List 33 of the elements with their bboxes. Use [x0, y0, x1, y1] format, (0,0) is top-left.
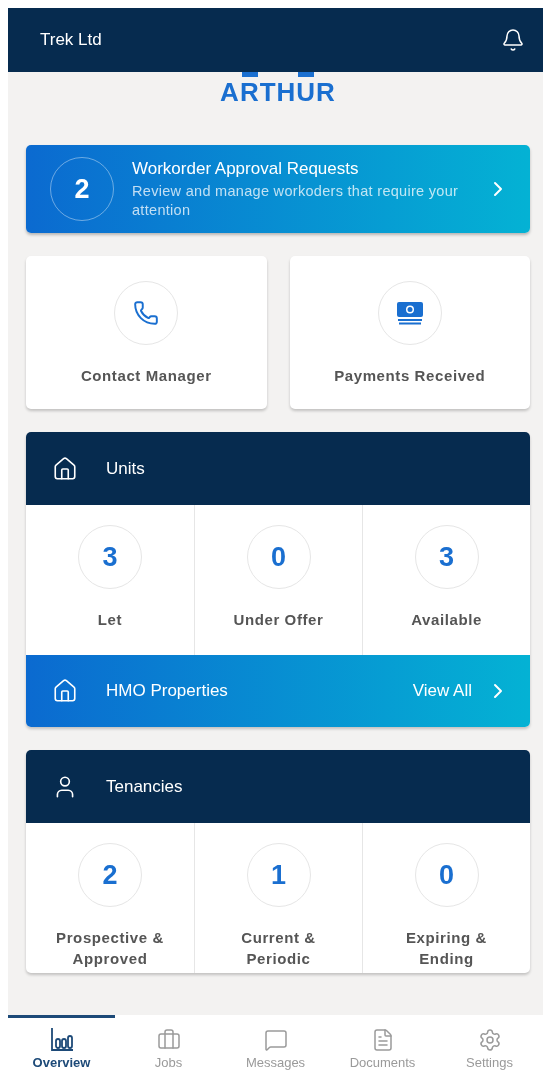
settings-icon — [477, 1028, 502, 1052]
action-card[interactable]: Contact Manager — [26, 256, 267, 409]
bell-icon[interactable] — [501, 28, 525, 52]
company-name: Trek Ltd — [40, 30, 102, 50]
bar-title: HMO Properties — [106, 681, 229, 701]
house-icon — [52, 678, 78, 704]
approval-banner[interactable]: 2 Workorder Approval Requests Review and manage workoders that require your attention — [26, 145, 530, 233]
logo-text: ARTHUR — [220, 77, 336, 108]
stat-label: Prospective & Approved — [56, 928, 164, 969]
speech-bubble-icon — [263, 1028, 288, 1052]
bar-chart-icon — [48, 1026, 75, 1052]
stat-cell[interactable]: 1 Current & Periodic — [194, 823, 362, 973]
stat-cell[interactable]: 2 Prospective & Approved — [26, 823, 194, 973]
card-label: Contact Manager — [80, 367, 212, 384]
panel-title: Units — [106, 458, 145, 479]
house-icon — [52, 455, 78, 482]
banner-description: Review and manage workoders that require your attention — [132, 181, 460, 220]
hmo-properties-bar[interactable]: HMO Properties View All — [26, 655, 530, 727]
nav-tab[interactable]: Overview — [8, 1015, 115, 1070]
panel-title: Tenancies — [106, 776, 183, 797]
stat-label: Available — [411, 610, 482, 630]
action-card[interactable]: Payments Received — [289, 256, 530, 409]
stat-label: Expiring & Ending — [406, 928, 487, 969]
stat-cell[interactable]: 3 Let — [26, 505, 194, 655]
banknote-icon — [394, 300, 425, 326]
banner-title: Workorder Approval Requests — [132, 158, 360, 179]
stat-label: Let — [97, 610, 123, 630]
stat-cell[interactable]: 0 Expiring & Ending — [362, 823, 530, 973]
stat-label: Under Offer — [233, 610, 324, 630]
stat-label: Current & Periodic — [241, 928, 316, 969]
phone-icon — [133, 300, 160, 326]
briefcase-icon — [156, 1028, 181, 1052]
card-label: Payments Received — [334, 367, 486, 384]
